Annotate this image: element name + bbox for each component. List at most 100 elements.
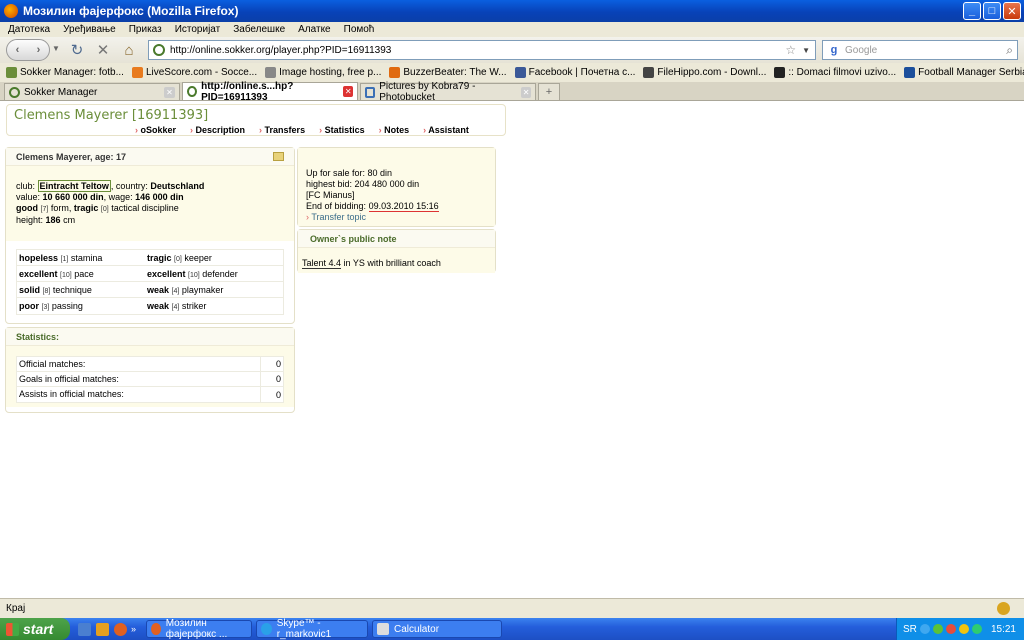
forward-arrow-icon[interactable]: › xyxy=(37,44,41,56)
nav-transfers[interactable]: Transfers xyxy=(259,125,306,135)
add-note-icon[interactable] xyxy=(273,152,284,161)
player-header: Clemens Mayerer [16911393] oSokker Descr… xyxy=(6,104,506,136)
transfer-topic-link[interactable]: Transfer topic xyxy=(311,212,366,222)
bookmark-favicon-icon xyxy=(131,67,143,78)
skill-level-number: [3] xyxy=(41,304,50,311)
stat-value: 0 xyxy=(275,374,281,384)
stop-icon[interactable]: ✕ xyxy=(90,41,116,59)
nav-assistant[interactable]: Assistant xyxy=(423,125,469,135)
search-magnifier-icon[interactable]: ⌕ xyxy=(1006,43,1013,58)
stat-value: 0 xyxy=(275,389,281,400)
skill-level-number: [0] xyxy=(174,255,182,263)
reload-icon[interactable]: ↻ xyxy=(64,41,90,59)
url-dropdown-icon[interactable]: ▼ xyxy=(802,46,810,55)
nav-statistics[interactable]: Statistics xyxy=(319,125,365,135)
tab-strip: Sokker Manager ✕ http://online.s...hp?PI… xyxy=(0,81,1024,103)
table-row: Assists in official matches: 0 xyxy=(17,387,283,402)
search-placeholder[interactable]: Google xyxy=(845,45,877,56)
skill-name: striker xyxy=(181,301,207,311)
back-arrow-icon[interactable]: ‹ xyxy=(16,44,20,56)
statistics-table: Official matches: 0 Goals in official ma… xyxy=(16,356,284,403)
tab-sokker-manager[interactable]: Sokker Manager ✕ xyxy=(4,83,180,100)
skills-table: hopeless [1] stamina tragic [0] keeper exc… xyxy=(16,249,284,315)
statistics-panel: Statistics: Official matches: 0 Goals in… xyxy=(5,327,295,413)
media-icon[interactable] xyxy=(971,624,982,634)
history-dropdown-icon[interactable]: ▼ xyxy=(52,44,64,56)
minimize-button[interactable]: _ xyxy=(963,2,981,20)
form-level: [7] xyxy=(40,206,49,213)
skill-cell: excellent [10] pace xyxy=(19,269,147,279)
skype-icon xyxy=(261,623,272,635)
menu-edit[interactable]: Уређивање xyxy=(63,24,116,35)
firefox-quick-icon[interactable] xyxy=(114,622,127,636)
language-indicator[interactable]: SR xyxy=(903,624,917,635)
bookmark-label: BuzzerBeater: The W... xyxy=(403,67,507,78)
nav-osokker[interactable]: oSokker xyxy=(135,125,177,135)
antivirus-icon[interactable] xyxy=(945,624,956,634)
tab-close-icon[interactable]: ✕ xyxy=(164,86,175,98)
addon-smiley-icon[interactable] xyxy=(997,602,1010,615)
bookmark-item[interactable]: Football Manager Serbia xyxy=(904,67,1024,78)
google-icon[interactable]: g xyxy=(823,41,845,59)
tab-photobucket[interactable]: Pictures by Kobra79 - Photobucket ✕ xyxy=(360,81,536,103)
bookmark-item[interactable]: Facebook | Почетна с... xyxy=(514,67,635,78)
menu-tools[interactable]: Алатке xyxy=(298,24,330,35)
skill-cell: weak [4] striker xyxy=(147,301,275,311)
close-button[interactable]: ✕ xyxy=(1003,2,1021,20)
url-text[interactable]: http://online.sokker.org/player.php?PID=… xyxy=(170,45,391,56)
tab-player[interactable]: http://online.s...hp?PID=16911393 ✕ xyxy=(182,81,358,103)
skill-level-word: weak xyxy=(147,301,170,311)
navigation-toolbar: ‹ › ▼ ↻ ✕ ⌂ http://online.sokker.org/pla… xyxy=(0,37,1024,63)
task-label: Мозилин фајерфокс ... xyxy=(165,618,228,640)
home-icon[interactable]: ⌂ xyxy=(116,42,142,59)
firefox-icon xyxy=(151,623,161,635)
bookmark-item[interactable]: FileHippo.com - Downl... xyxy=(643,67,766,78)
tab-close-icon[interactable]: ✕ xyxy=(521,86,531,98)
menu-history[interactable]: Историјат xyxy=(175,24,221,35)
messenger-icon[interactable] xyxy=(958,624,969,634)
task-skype[interactable]: Skype™ - r_markovic1 xyxy=(256,618,369,640)
nav-description[interactable]: Description xyxy=(190,125,246,135)
bidder-club: [FC Mianus] xyxy=(306,190,355,200)
task-firefox[interactable]: Мозилин фајерфокс ... xyxy=(146,618,253,640)
task-calculator[interactable]: Calculator xyxy=(372,620,503,638)
new-tab-button[interactable]: + xyxy=(538,83,560,100)
bookmark-label: LiveScore.com - Socce... xyxy=(145,67,258,78)
table-row: poor [3] passing weak [4] striker xyxy=(17,298,283,314)
bookmark-item[interactable]: Image hosting, free p... xyxy=(265,67,381,78)
ie-icon[interactable] xyxy=(96,622,109,636)
menu-help[interactable]: Помоћ xyxy=(344,24,375,35)
skill-name: keeper xyxy=(184,252,212,263)
skill-level-number: [1] xyxy=(60,255,69,263)
form-label: form, xyxy=(50,203,72,213)
club-link[interactable]: Eintracht Teltow xyxy=(37,180,111,192)
bookmark-item[interactable]: :: Domaci filmovi uzivo... xyxy=(774,67,896,78)
talent-link[interactable]: Talent 4.4 xyxy=(302,258,342,269)
menu-bookmarks[interactable]: Забелешке xyxy=(233,24,285,35)
search-bar[interactable]: g Google ⌕ xyxy=(822,40,1018,60)
back-forward-buttons[interactable]: ‹ › xyxy=(6,39,50,61)
maximize-button[interactable]: □ xyxy=(983,2,1001,20)
bookmark-item[interactable]: LiveScore.com - Socce... xyxy=(131,67,258,78)
skill-cell: hopeless [1] stamina xyxy=(19,253,147,263)
tab-close-icon[interactable]: ✕ xyxy=(343,86,354,97)
bookmark-star-icon[interactable]: ☆ xyxy=(785,43,796,57)
discipline-level: [0] xyxy=(100,206,109,213)
network-icon[interactable] xyxy=(919,624,930,634)
menu-file[interactable]: Датотека xyxy=(8,24,50,35)
bookmark-item[interactable]: BuzzerBeater: The W... xyxy=(389,67,507,78)
tab-favicon-icon xyxy=(365,86,376,98)
skill-level-word: excellent xyxy=(19,268,58,279)
menu-view[interactable]: Приказ xyxy=(129,24,162,35)
bookmark-item[interactable]: Sokker Manager: fotb... xyxy=(6,67,124,78)
table-row: Goals in official matches: 0 xyxy=(17,372,283,387)
skill-level-word: weak xyxy=(147,284,170,295)
chevron-icon[interactable]: » xyxy=(131,624,136,634)
nav-notes[interactable]: Notes xyxy=(379,125,409,135)
url-bar[interactable]: http://online.sokker.org/player.php?PID=… xyxy=(148,40,816,60)
height-value: 186 xyxy=(45,215,61,225)
start-button[interactable]: start xyxy=(0,618,70,640)
skill-cell: solid [8] technique xyxy=(19,285,147,295)
skype-tray-icon[interactable] xyxy=(932,624,943,634)
desktop-icon[interactable] xyxy=(78,622,91,636)
